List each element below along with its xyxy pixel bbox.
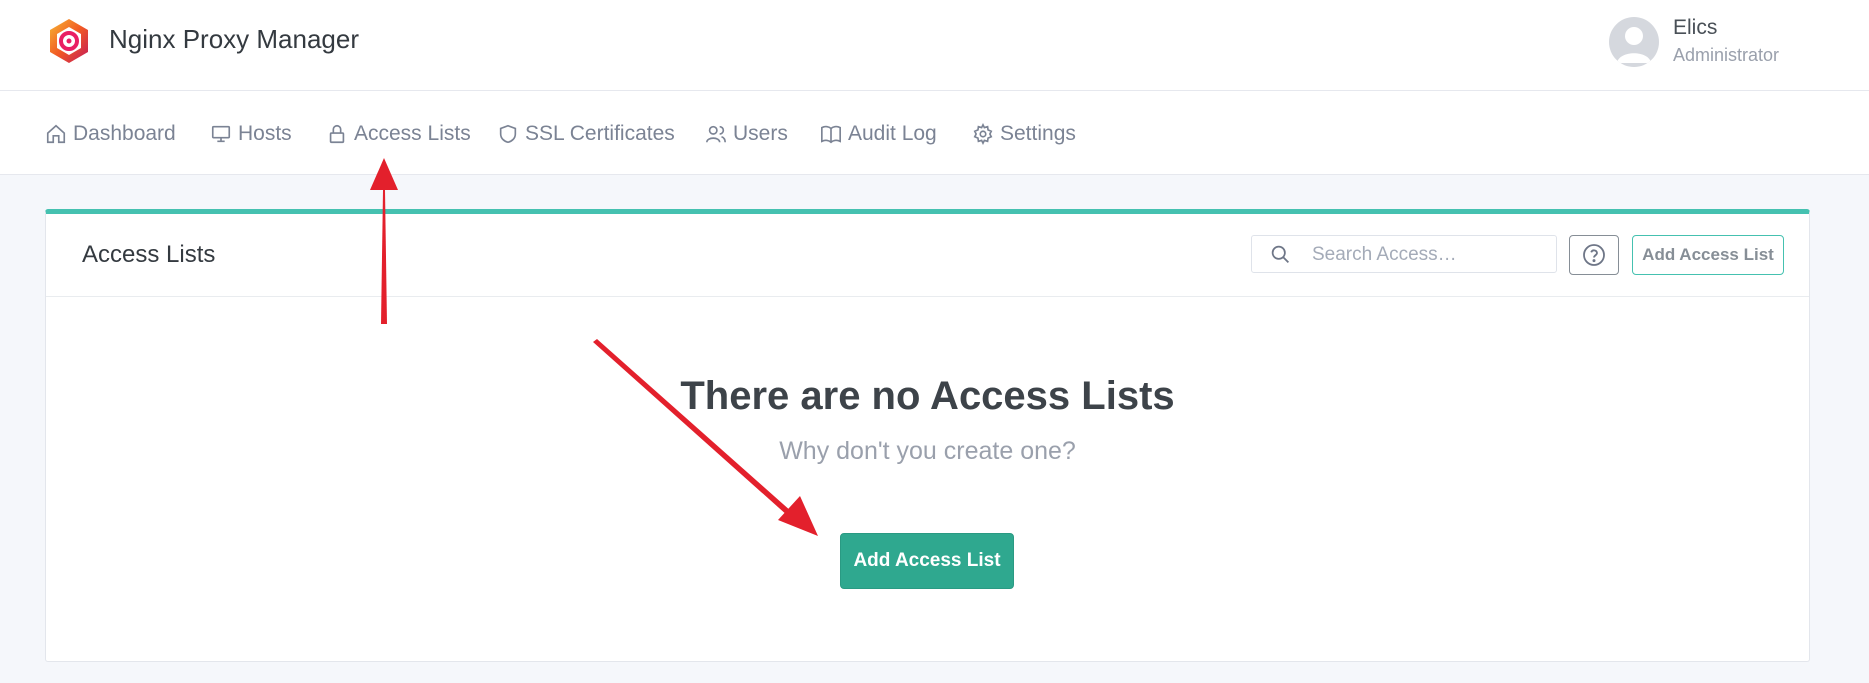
user-avatar-icon	[1617, 27, 1651, 63]
nav-item-label: Settings	[1000, 122, 1076, 145]
home-icon	[46, 124, 66, 144]
nav-item-users[interactable]: Users	[705, 119, 788, 149]
nav-item-label: SSL Certificates	[525, 122, 675, 145]
nav-item-dashboard[interactable]: Dashboard	[45, 119, 176, 149]
app-logo-icon[interactable]	[45, 17, 93, 65]
card-title: Access Lists	[82, 241, 216, 268]
nav-item-label: Dashboard	[73, 122, 176, 145]
top-header: Nginx Proxy Manager Elics Administrator	[0, 0, 1869, 91]
empty-state-subtitle: Why don't you create one?	[779, 437, 1076, 465]
book-icon	[821, 125, 841, 144]
app-title[interactable]: Nginx Proxy Manager	[109, 22, 359, 56]
nav-item-ssl-certificates[interactable]: SSL Certificates	[497, 119, 675, 149]
empty-state-title: There are no Access Lists	[680, 374, 1175, 418]
monitor-icon	[211, 125, 231, 143]
search-box[interactable]	[1251, 235, 1557, 274]
nav-item-label: Audit Log	[848, 122, 937, 145]
main-nav: Dashboard Hosts Access Lists SSL Certifi…	[0, 91, 1869, 175]
search-input[interactable]	[1310, 236, 1554, 274]
users-icon	[706, 125, 726, 143]
nav-item-hosts[interactable]: Hosts	[210, 119, 292, 149]
nav-item-audit-log[interactable]: Audit Log	[820, 119, 937, 149]
shield-icon	[499, 124, 517, 144]
help-circle-icon	[1583, 244, 1605, 266]
nav-item-label: Access Lists	[354, 122, 471, 145]
lock-icon	[329, 124, 345, 144]
help-button[interactable]	[1569, 235, 1619, 275]
add-access-list-button[interactable]: Add Access List	[840, 533, 1014, 589]
user-menu[interactable]: Elics Administrator	[1609, 14, 1809, 70]
user-role: Administrator	[1673, 45, 1780, 65]
gear-icon	[973, 123, 993, 145]
page: Nginx Proxy Manager Elics Administrator …	[0, 0, 1869, 683]
search-icon	[1271, 245, 1289, 263]
access-lists-card: Access Lists Add Access List There are n…	[45, 209, 1810, 662]
nav-item-access-lists[interactable]: Access Lists	[326, 119, 471, 149]
avatar[interactable]	[1609, 17, 1659, 67]
nav-item-settings[interactable]: Settings	[972, 119, 1076, 149]
card-header: Access Lists Add Access List	[46, 214, 1809, 297]
nav-item-label: Hosts	[238, 122, 292, 145]
nav-item-label: Users	[733, 122, 788, 145]
add-access-list-header-button[interactable]: Add Access List	[1632, 235, 1784, 275]
user-name: Elics	[1673, 16, 1718, 39]
